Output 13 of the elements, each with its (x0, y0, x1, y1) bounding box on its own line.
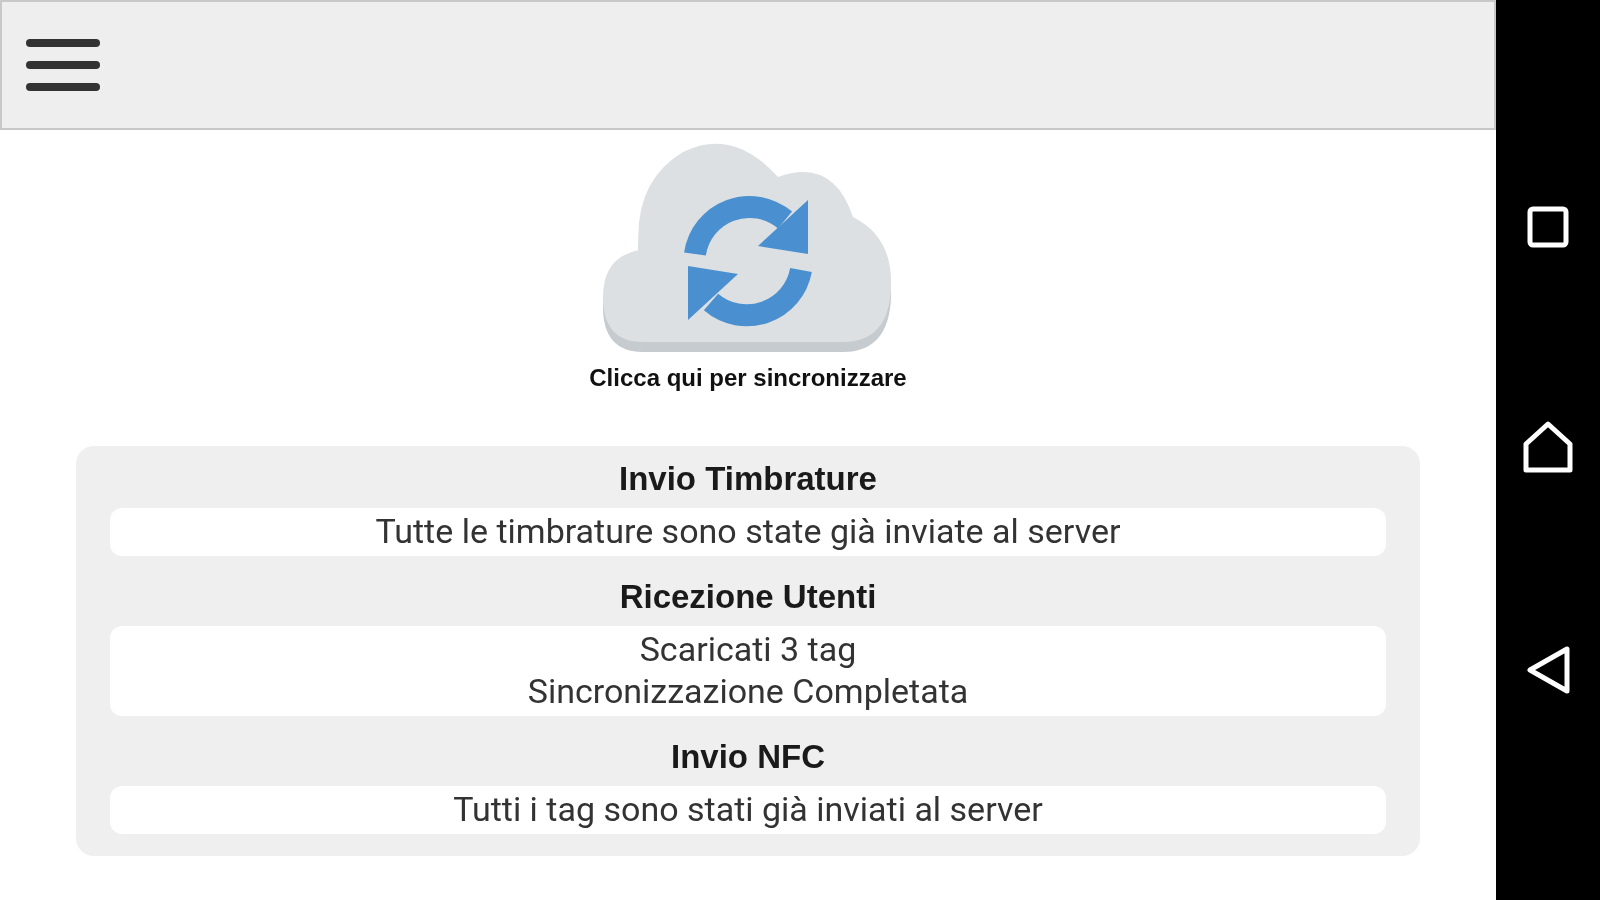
status-message: Sincronizzazione Completata (527, 670, 969, 712)
status-message: Scaricati 3 tag (639, 628, 857, 670)
back-icon[interactable] (1525, 644, 1571, 695)
section-title: Invio Timbrature (619, 460, 877, 498)
status-message: Tutte le timbrature sono state già inviate al server (375, 510, 1121, 552)
section-title: Invio NFC (671, 738, 825, 776)
home-icon[interactable] (1521, 420, 1575, 474)
sync-button[interactable]: Clicca qui per sincronizzare (589, 142, 907, 392)
recent-apps-icon[interactable] (1526, 205, 1570, 250)
status-message: Tutti i tag sono stati già inviati al server (453, 788, 1043, 830)
sync-label: Clicca qui per sincronizzare (589, 364, 907, 392)
menu-icon[interactable] (26, 37, 100, 93)
section-title: Ricezione Utenti (619, 578, 877, 616)
